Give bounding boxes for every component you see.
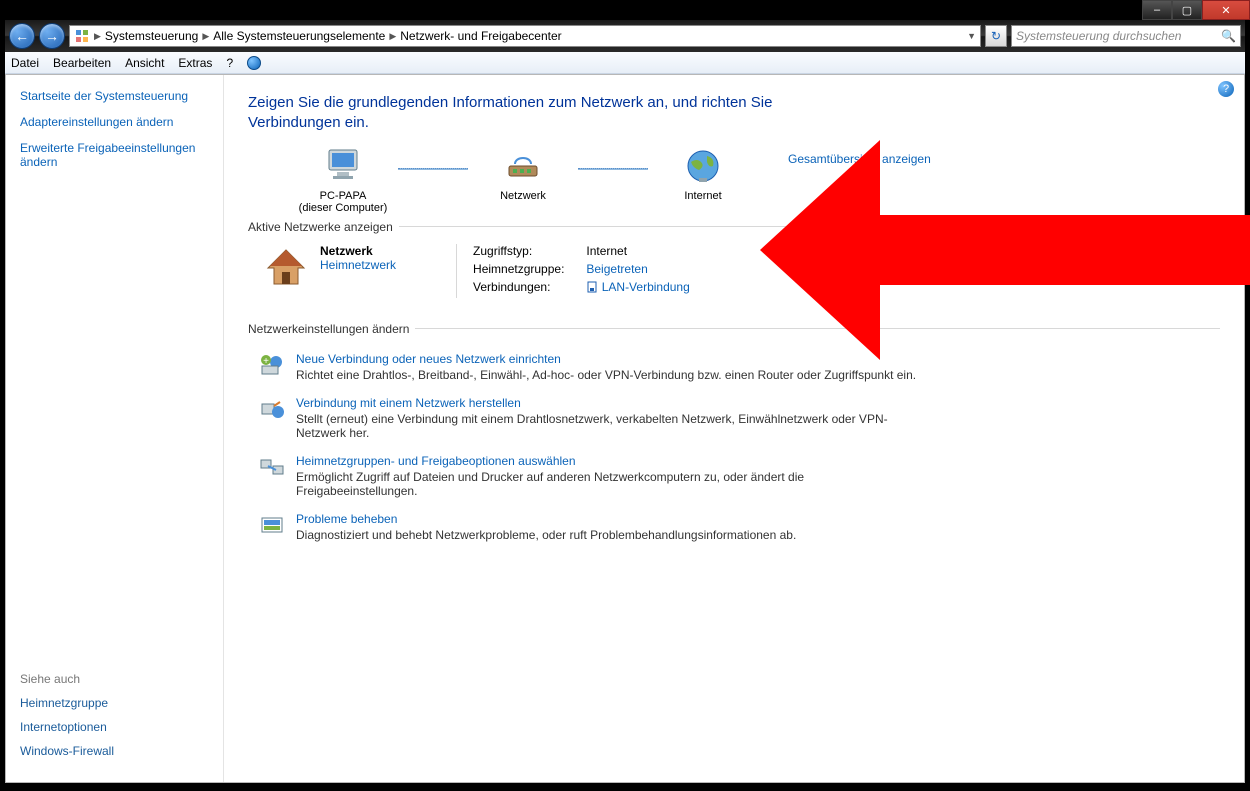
access-type-label: Zugriffstyp: (473, 244, 583, 258)
address-dropdown-icon[interactable]: ▼ (967, 31, 976, 41)
connection-link[interactable]: LAN-Verbindung (602, 280, 690, 294)
connect-disconnect-link[interactable]: Verbindung herstellen oder trennen (1027, 220, 1220, 234)
task-title[interactable]: Heimnetzgruppen- und Freigabeoptionen au… (296, 454, 576, 468)
network-properties: Zugriffstyp: Internet Heimnetzgruppe: Be… (456, 244, 690, 298)
menu-edit[interactable]: Bearbeiten (53, 56, 111, 70)
sidebar-adapter-link[interactable]: Adaptereinstellungen ändern (20, 115, 209, 129)
globe-icon (685, 148, 721, 184)
ethernet-icon (586, 281, 598, 293)
computer-icon (323, 146, 363, 186)
sidebar: Startseite der Systemsteuerung Adapterei… (6, 75, 224, 782)
breadcrumb-sep-icon: ▶ (94, 31, 101, 42)
address-bar[interactable]: ▶ Systemsteuerung ▶ Alle Systemsteuerung… (69, 25, 981, 47)
change-settings-label: Netzwerkeinstellungen ändern (248, 322, 415, 336)
refresh-button[interactable]: ↻ (985, 25, 1007, 47)
network-name: Netzwerk (320, 244, 373, 258)
minimize-button[interactable]: – (1142, 0, 1172, 20)
menu-help[interactable]: ? (226, 56, 233, 70)
map-node-network[interactable]: Netzwerk (468, 146, 578, 202)
task-title[interactable]: Neue Verbindung oder neues Netzwerk einr… (296, 352, 561, 366)
active-networks-header: Aktive Netzwerke anzeigen Verbindung her… (248, 220, 1220, 234)
active-networks-label: Aktive Netzwerke anzeigen (248, 220, 399, 234)
search-icon: 🔍 (1221, 29, 1236, 43)
menu-bar: Datei Bearbeiten Ansicht Extras ? (5, 52, 1245, 74)
map-node-pc[interactable]: PC-PAPA (dieser Computer) (288, 146, 398, 214)
troubleshoot-icon (258, 512, 286, 540)
back-button[interactable]: ← (9, 23, 35, 49)
menu-extras[interactable]: Extras (178, 56, 212, 70)
home-network-icon (262, 244, 310, 292)
sidebar-home-link[interactable]: Startseite der Systemsteuerung (20, 89, 209, 103)
maximize-button[interactable]: ▢ (1172, 0, 1202, 20)
help-icon[interactable]: ? (1218, 81, 1234, 97)
window-controls: – ▢ ✕ (1142, 0, 1250, 20)
sidebar-see-also-label: Siehe auch (20, 672, 209, 686)
task-setup-connection[interactable]: + Neue Verbindung oder neues Netzwerk ei… (258, 352, 918, 382)
menu-file[interactable]: Datei (11, 56, 39, 70)
setup-icon: + (258, 352, 286, 380)
breadcrumb-item[interactable]: Netzwerk- und Freigabecenter (400, 29, 561, 43)
map-connector-icon (398, 168, 468, 170)
map-pc-label: PC-PAPA (288, 190, 398, 202)
search-placeholder: Systemsteuerung durchsuchen (1016, 29, 1181, 43)
change-settings-header: Netzwerkeinstellungen ändern (248, 322, 1220, 336)
close-button[interactable]: ✕ (1202, 0, 1250, 20)
map-pc-sublabel: (dieser Computer) (288, 202, 398, 214)
map-connector-icon (578, 168, 648, 170)
breadcrumb-sep-icon: ▶ (389, 31, 396, 42)
breadcrumb-item[interactable]: Systemsteuerung (105, 29, 198, 43)
network-map: PC-PAPA (dieser Computer) (288, 146, 758, 214)
sidebar-link-homegroup[interactable]: Heimnetzgruppe (20, 696, 209, 710)
task-desc: Ermöglicht Zugriff auf Dateien und Druck… (296, 470, 918, 498)
connections-label: Verbindungen: (473, 280, 583, 294)
connect-icon (258, 396, 286, 424)
menu-view[interactable]: Ansicht (125, 56, 164, 70)
breadcrumb-sep-icon: ▶ (202, 31, 209, 42)
sidebar-link-internet-options[interactable]: Internetoptionen (20, 720, 209, 734)
task-troubleshoot[interactable]: Probleme beheben Diagnostiziert und behe… (258, 512, 918, 542)
share-icon (258, 454, 286, 482)
active-network-block: Netzwerk Heimnetzwerk Zugriffstyp: Inter… (262, 244, 1220, 298)
help-icon[interactable] (247, 56, 261, 70)
task-connect-network[interactable]: Verbindung mit einem Netzwerk herstellen… (258, 396, 918, 440)
task-desc: Diagnostiziert und behebt Netzwerkproble… (296, 528, 796, 542)
forward-button[interactable]: → (39, 23, 65, 49)
map-internet-label: Internet (648, 190, 758, 202)
content-body: Startseite der Systemsteuerung Adapterei… (5, 74, 1245, 783)
page-title: Zeigen Sie die grundlegenden Information… (248, 93, 808, 134)
task-title[interactable]: Verbindung mit einem Netzwerk herstellen (296, 396, 521, 410)
sidebar-link-firewall[interactable]: Windows-Firewall (20, 744, 209, 758)
task-desc: Richtet eine Drahtlos-, Breitband-, Einw… (296, 368, 916, 382)
breadcrumb-item[interactable]: Alle Systemsteuerungselemente (213, 29, 385, 43)
map-node-internet[interactable]: Internet (648, 146, 758, 202)
network-icon (503, 146, 543, 186)
sidebar-sharing-link[interactable]: Erweiterte Freigabeeinstellungen ändern (20, 141, 209, 169)
main-pane: ? Zeigen Sie die grundlegenden Informati… (224, 75, 1244, 782)
homegroup-label: Heimnetzgruppe: (473, 262, 583, 276)
network-info: Netzwerk Heimnetzwerk (320, 244, 396, 272)
homegroup-link[interactable]: Beigetreten (586, 262, 647, 276)
navigation-bar: ← → ▶ Systemsteuerung ▶ Alle Systemsteue… (5, 20, 1245, 52)
task-desc: Stellt (erneut) eine Verbindung mit eine… (296, 412, 918, 440)
search-input[interactable]: Systemsteuerung durchsuchen 🔍 (1011, 25, 1241, 47)
network-type-link[interactable]: Heimnetzwerk (320, 258, 396, 272)
task-title[interactable]: Probleme beheben (296, 512, 397, 526)
svg-text:+: + (263, 356, 269, 367)
control-panel-icon (74, 28, 90, 44)
map-network-label: Netzwerk (468, 190, 578, 202)
task-homegroup-options[interactable]: Heimnetzgruppen- und Freigabeoptionen au… (258, 454, 918, 498)
access-type-value: Internet (586, 244, 627, 258)
task-list: + Neue Verbindung oder neues Netzwerk ei… (248, 352, 1220, 542)
map-overview-link[interactable]: Gesamtübersicht anzeigen (788, 152, 931, 166)
window-frame: ← → ▶ Systemsteuerung ▶ Alle Systemsteue… (5, 20, 1245, 783)
